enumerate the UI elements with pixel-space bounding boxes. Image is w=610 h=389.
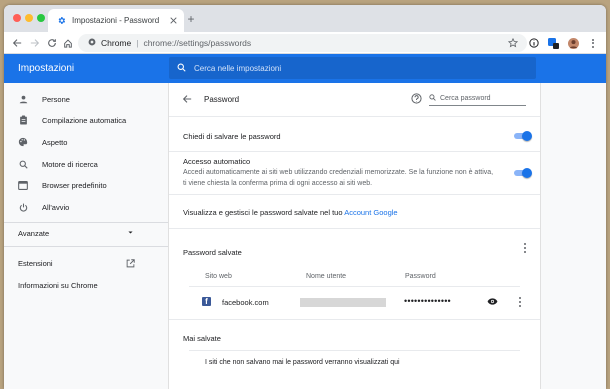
back-arrow-button[interactable]: [182, 94, 192, 106]
auto-signin-title: Accesso automatico: [183, 157, 251, 166]
sidebar-item-label: All'avvio: [42, 202, 70, 212]
new-tab-button[interactable]: +: [185, 13, 197, 25]
address-separator: |: [136, 38, 139, 48]
person-icon: [18, 94, 28, 104]
browser-icon: [18, 180, 28, 190]
help-icon[interactable]: [411, 93, 422, 106]
sidebar-extensions-label: Estensioni: [18, 259, 53, 268]
browser-toolbar: Chrome | chrome://settings/passwords: [4, 32, 606, 54]
address-scheme-label: Chrome: [101, 38, 132, 48]
reload-icon[interactable]: [46, 37, 58, 49]
sidebar-item-persone[interactable]: Persone: [18, 92, 70, 106]
sidebar-divider: [4, 246, 168, 247]
back-arrow-icon[interactable]: [11, 37, 23, 49]
sidebar-item-label: Compilazione automatica: [42, 115, 127, 125]
never-saved-empty-text: I siti che non salvano mai le password v…: [205, 359, 400, 366]
sidebar-item-label: Aspetto: [42, 137, 68, 147]
column-header-site: Sito web: [205, 273, 232, 280]
search-icon: [429, 94, 436, 103]
saved-site-name[interactable]: facebook.com: [222, 298, 269, 307]
auto-signin-description-line2: ti viene chiesta la conferma prima di og…: [183, 180, 373, 187]
manage-passwords-text: Visualizza e gestisci le password salvat…: [183, 208, 398, 217]
caret-down-icon: [127, 229, 134, 238]
sidebar-item-about[interactable]: Informazioni su Chrome: [18, 281, 98, 290]
sidebar-item-search-engine[interactable]: Motore di ricerca: [18, 157, 98, 171]
show-password-eye-icon[interactable]: [487, 297, 498, 308]
google-account-link[interactable]: Account Google: [344, 208, 397, 217]
page-title: Impostazioni: [18, 63, 75, 74]
address-bar[interactable]: Chrome | chrome://settings/passwords: [78, 34, 527, 52]
tab-settings[interactable]: Impostazioni - Password: [48, 9, 184, 32]
sidebar-item-label: Persone: [42, 94, 70, 104]
home-icon[interactable]: [62, 37, 74, 49]
more-menu-icon[interactable]: [586, 36, 600, 50]
close-window-button[interactable]: [13, 14, 21, 22]
sidebar-advanced-toggle[interactable]: Avanzate: [18, 229, 134, 238]
saved-username-redacted: [300, 298, 386, 307]
sidebar-advanced-label: Avanzate: [18, 229, 50, 238]
browser-window: Impostazioni - Password + Chrome | chrom…: [4, 5, 606, 389]
settings-gear-icon: [57, 16, 66, 25]
password-entry-menu-icon[interactable]: [518, 297, 522, 307]
clipboard-icon: [18, 115, 28, 125]
settings-header: Impostazioni Cerca nelle impostazioni: [4, 54, 606, 83]
card-divider: [169, 228, 540, 229]
maximize-window-button[interactable]: [37, 14, 45, 22]
column-header-password: Password: [405, 273, 436, 280]
sidebar-item-autofill[interactable]: Compilazione automatica: [18, 113, 126, 127]
offer-to-save-label: Chiedi di salvare le password: [183, 132, 281, 141]
sidebar-divider: [4, 222, 168, 223]
palette-icon: [18, 137, 28, 147]
avatar[interactable]: [566, 36, 580, 50]
sidebar-item-on-startup[interactable]: All'avvio: [18, 200, 69, 214]
sidebar-item-extensions[interactable]: Estensioni: [18, 259, 135, 270]
section-title: Password: [204, 95, 240, 104]
sidebar-item-default-browser[interactable]: Browser predefinito: [18, 178, 107, 192]
password-search-input[interactable]: Cerca password: [429, 92, 526, 106]
table-divider: [189, 350, 520, 351]
settings-search-input[interactable]: Cerca nelle impostazioni: [169, 57, 536, 79]
manage-passwords-prefix: Visualizza e gestisci le password salvat…: [183, 208, 343, 217]
passwords-card: Password Cerca password Chiedi di salvar…: [168, 83, 541, 389]
bookmark-star-icon[interactable]: [506, 36, 520, 50]
extension-badge-icon[interactable]: [546, 36, 560, 50]
tab-strip: Impostazioni - Password +: [4, 5, 606, 32]
facebook-icon: f: [202, 297, 211, 306]
search-icon: [177, 63, 186, 74]
card-divider: [169, 116, 540, 117]
sidebar-item-label: Motore di ricerca: [42, 159, 98, 169]
forward-arrow-icon[interactable]: [29, 37, 41, 49]
tab-title: Impostazioni - Password: [72, 16, 160, 25]
tab-close-icon[interactable]: [168, 16, 178, 26]
minimize-window-button[interactable]: [25, 14, 33, 22]
settings-search-placeholder: Cerca nelle impostazioni: [194, 63, 282, 73]
offer-to-save-toggle[interactable]: [514, 131, 532, 141]
power-icon: [18, 202, 28, 212]
column-header-username: Nome utente: [306, 273, 347, 280]
saved-password-masked: ••••••••••••••: [404, 296, 451, 306]
sidebar-item-label: Browser predefinito: [42, 180, 107, 190]
auto-signin-toggle[interactable]: [514, 168, 532, 178]
auto-signin-description-line1: Accedi automaticamente ai siti web utili…: [183, 169, 494, 176]
card-divider: [169, 194, 540, 195]
chrome-page-icon: [88, 38, 96, 48]
info-extension-icon[interactable]: [527, 36, 541, 50]
password-search-placeholder: Cerca password: [440, 95, 491, 102]
never-saved-title: Mai salvate: [183, 334, 221, 343]
search-icon: [18, 159, 28, 169]
sidebar-item-appearance[interactable]: Aspetto: [18, 135, 67, 149]
address-url: chrome://settings/passwords: [143, 38, 252, 48]
card-divider: [169, 151, 540, 152]
sidebar: Persone Compilazione automatica Aspetto …: [4, 83, 169, 389]
open-in-new-icon: [126, 259, 135, 270]
saved-passwords-title: Password salvate: [183, 248, 242, 257]
card-divider: [169, 319, 540, 320]
saved-passwords-menu-icon[interactable]: [523, 243, 527, 253]
table-divider: [189, 286, 520, 287]
